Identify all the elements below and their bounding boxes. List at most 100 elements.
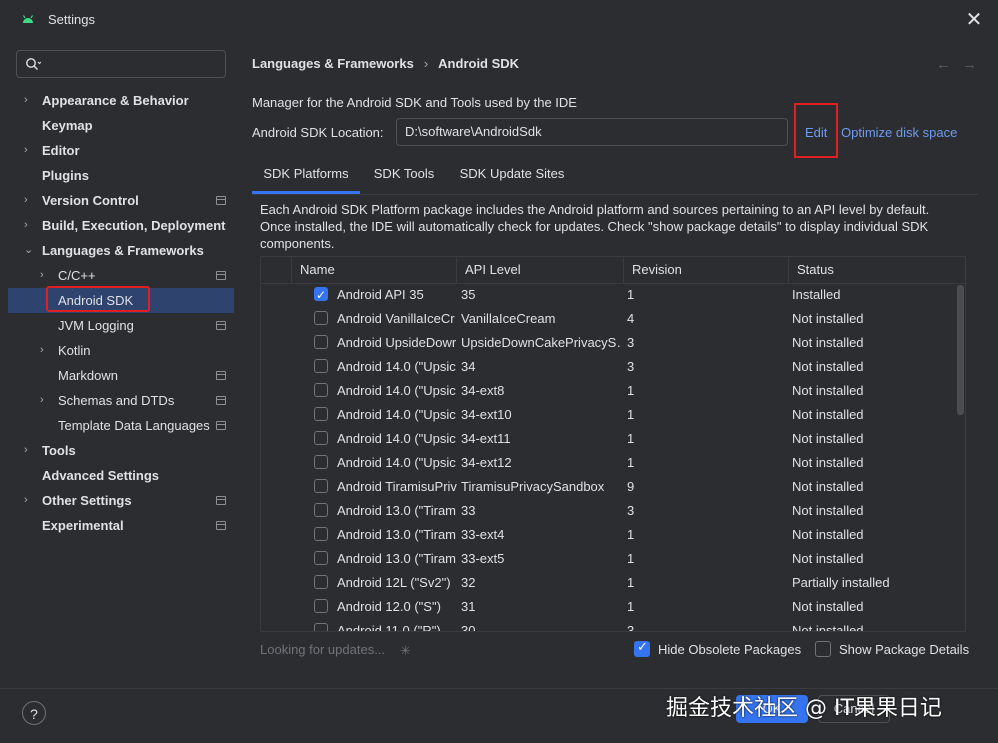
package-checkbox[interactable] (314, 623, 328, 631)
sdk-location-field[interactable]: D:\software\AndroidSdk (396, 118, 788, 146)
cell-status: Not installed (792, 359, 864, 374)
package-checkbox[interactable] (314, 431, 328, 445)
package-checkbox[interactable] (314, 311, 328, 325)
table-row[interactable]: Android 14.0 ("Upsic 34-ext11 1 Not install… (261, 427, 955, 451)
table-row[interactable]: Android VanillaIceCr VanillaIceCream 4 Not … (261, 307, 955, 331)
table-row[interactable]: Android 14.0 ("Upsic 34-ext10 1 Not install… (261, 403, 955, 427)
edit-location-link[interactable]: Edit (805, 125, 827, 140)
chevron-right-icon[interactable]: › (24, 488, 36, 513)
cell-rev: 1 (627, 431, 635, 446)
sidebar-item-version-control[interactable]: › Version Control (8, 188, 234, 213)
sidebar-item-kotlin[interactable]: › Kotlin (8, 338, 234, 363)
tab-sdk-platforms[interactable]: SDK Platforms (252, 158, 360, 194)
sidebar-item-label: Editor (42, 143, 80, 158)
sidebar-item-editor[interactable]: › Editor (8, 138, 234, 163)
package-checkbox[interactable] (314, 503, 328, 517)
package-checkbox[interactable] (314, 283, 328, 307)
table-scrollbar-thumb[interactable] (957, 285, 964, 415)
package-checkbox[interactable] (314, 599, 328, 613)
chevron-right-icon[interactable]: › (40, 388, 52, 413)
table-row[interactable]: Android 14.0 ("Upsic 34-ext8 1 Not installe… (261, 379, 955, 403)
sidebar-item-android-sdk[interactable]: Android SDK (8, 288, 234, 313)
package-checkbox[interactable] (314, 479, 328, 493)
sidebar-item-c-c[interactable]: › C/C++ (8, 263, 234, 288)
column-header-revision[interactable]: Revision (623, 257, 788, 283)
breadcrumb-parent[interactable]: Languages & Frameworks (252, 56, 414, 71)
tab-sdk-tools[interactable]: SDK Tools (364, 158, 444, 194)
sidebar-item-tools[interactable]: › Tools (8, 438, 234, 463)
help-button[interactable]: ? (22, 701, 46, 725)
back-arrow-icon[interactable]: ← (936, 56, 951, 73)
close-button[interactable]: ✕ (962, 8, 986, 32)
chevron-right-icon[interactable]: › (24, 88, 36, 113)
forward-arrow-icon[interactable]: → (962, 56, 977, 73)
sidebar-item-plugins[interactable]: Plugins (8, 163, 234, 188)
cell-rev: 1 (627, 383, 635, 398)
sidebar-item-jvm-logging[interactable]: JVM Logging (8, 313, 234, 338)
sidebar-item-template-data-languages[interactable]: Template Data Languages (8, 413, 234, 438)
cell-name: Android 13.0 ("Tiram (337, 551, 457, 566)
package-checkbox[interactable] (314, 383, 328, 397)
sidebar-item-other-settings[interactable]: › Other Settings (8, 488, 234, 513)
chevron-down-icon[interactable]: ⌄ (24, 238, 36, 263)
package-checkbox[interactable] (314, 335, 328, 349)
package-checkbox[interactable] (314, 575, 328, 589)
package-checkbox[interactable] (314, 527, 328, 541)
sidebar-item-label: Schemas and DTDs (58, 393, 175, 408)
column-header-api-level[interactable]: API Level (456, 257, 623, 283)
tab-sdk-update-sites[interactable]: SDK Update Sites (454, 158, 570, 194)
chevron-right-icon[interactable]: › (24, 138, 36, 163)
chevron-right-icon[interactable]: › (24, 438, 36, 463)
sidebar-item-schemas-and-dtds[interactable]: › Schemas and DTDs (8, 388, 234, 413)
table-row[interactable]: Android 12.0 ("S") 31 1 Not installed (261, 595, 955, 619)
table-row[interactable]: Android 13.0 ("Tiram 33-ext4 1 Not installe… (261, 523, 955, 547)
package-checkbox[interactable] (314, 455, 328, 469)
table-row[interactable]: Android 14.0 ("Upsic 34-ext12 1 Not install… (261, 451, 955, 475)
package-checkbox[interactable] (314, 359, 328, 373)
show-package-details-label[interactable]: Show Package Details (839, 642, 969, 657)
chevron-right-icon[interactable]: › (24, 188, 36, 213)
table-row[interactable]: Android 11.0 ("R") 30 3 Not installed (261, 619, 955, 632)
package-checkbox[interactable] (314, 407, 328, 421)
table-row[interactable]: Android 14.0 ("Upsic 34 3 Not installed (261, 355, 955, 379)
cell-rev: 1 (627, 407, 635, 422)
sidebar-item-label: Experimental (42, 518, 124, 533)
cell-status: Not installed (792, 527, 864, 542)
hide-obsolete-checkbox[interactable] (634, 639, 650, 657)
table-row[interactable]: Android API 35 35 1 Installed (261, 283, 955, 307)
chevron-right-icon[interactable]: › (40, 338, 52, 363)
table-row[interactable]: Android TiramisuPriv TiramisuPrivacySandb… (261, 475, 955, 499)
chevron-right-icon[interactable]: › (40, 263, 52, 288)
table-row[interactable]: Android 13.0 ("Tiram 33 3 Not installed (261, 499, 955, 523)
chevron-right-icon[interactable]: › (24, 213, 36, 238)
package-checkbox[interactable] (314, 551, 328, 565)
table-row[interactable]: Android UpsideDowr UpsideDownCakePrivacyS… (261, 331, 955, 355)
sidebar-item-markdown[interactable]: Markdown (8, 363, 234, 388)
project-scope-icon (216, 521, 226, 530)
cell-rev: 1 (627, 551, 635, 566)
table-row[interactable]: Android 13.0 ("Tiram 33-ext5 1 Not installe… (261, 547, 955, 571)
cell-name: Android 12L ("Sv2") (337, 575, 451, 590)
sidebar-item-languages-frameworks[interactable]: ⌄ Languages & Frameworks (8, 238, 234, 263)
table-row[interactable]: Android 12L ("Sv2") 32 1 Partially installe… (261, 571, 955, 595)
cell-name: Android API 35 (337, 287, 424, 302)
sidebar-item-experimental[interactable]: Experimental (8, 513, 234, 538)
hide-obsolete-label[interactable]: Hide Obsolete Packages (658, 642, 801, 657)
sidebar-item-advanced-settings[interactable]: Advanced Settings (8, 463, 234, 488)
sidebar-item-appearance-behavior[interactable]: › Appearance & Behavior (8, 88, 234, 113)
window-title: Settings (48, 12, 95, 27)
settings-search-input[interactable] (16, 50, 226, 78)
cell-rev: 1 (627, 287, 635, 302)
optimize-disk-space-link[interactable]: Optimize disk space (841, 125, 957, 140)
show-package-details-checkbox[interactable] (815, 641, 831, 657)
sidebar-item-label: C/C++ (58, 268, 96, 283)
sidebar-item-keymap[interactable]: Keymap (8, 113, 234, 138)
column-header-status[interactable]: Status (788, 257, 965, 283)
cell-name: Android 13.0 ("Tiram (337, 503, 457, 518)
cell-rev: 3 (627, 623, 635, 632)
column-header-name[interactable]: Name (291, 257, 456, 283)
cell-api: 33 (461, 503, 476, 518)
sidebar-item-build-execution-deployment[interactable]: › Build, Execution, Deployment (8, 213, 234, 238)
cell-rev: 4 (627, 311, 635, 326)
cell-api: 32 (461, 575, 476, 590)
